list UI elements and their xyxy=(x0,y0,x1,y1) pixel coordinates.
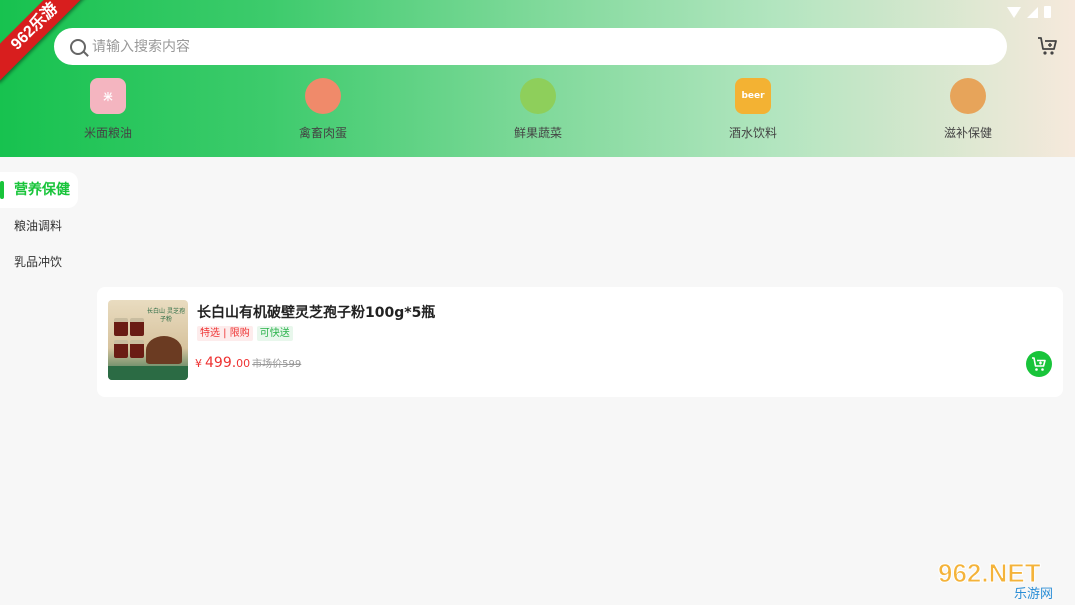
tag-featured: 特选 | 限购 xyxy=(197,326,253,341)
category-label: 滋补保健 xyxy=(943,126,992,140)
sidebar-item-dairy[interactable]: 乳品冲饮 xyxy=(0,244,90,280)
category-item[interactable]: 米 米面粮油 xyxy=(58,78,158,141)
product-image: 长白山 灵芝孢子粉 xyxy=(108,300,188,380)
search-icon xyxy=(70,38,86,55)
category-item[interactable]: beer 酒水饮料 xyxy=(703,78,803,141)
product-title[interactable]: 长白山有机破壁灵芝孢子粉100g*5瓶 xyxy=(197,302,435,322)
price-integer: 499. xyxy=(205,355,237,371)
battery-icon xyxy=(1044,6,1051,18)
search-bar[interactable] xyxy=(54,28,1007,65)
watermark-sub: 乐游网 xyxy=(1014,587,1053,602)
category-item[interactable]: 滋补保健 xyxy=(918,78,1018,141)
site-watermark: 962.NET 乐游网 xyxy=(938,558,1054,603)
jar-shape xyxy=(130,318,144,336)
powder-pile xyxy=(146,336,182,364)
category-row: 米 米面粮油 禽畜肉蛋 鲜果蔬菜 beer 酒水饮料 滋补保健 xyxy=(0,78,1075,148)
search-input[interactable] xyxy=(92,38,1007,55)
cart-icon[interactable] xyxy=(1037,36,1059,56)
tag-express: 可快送 xyxy=(256,326,293,341)
rice-bag-icon: 米 xyxy=(90,78,126,114)
ginseng-icon xyxy=(950,78,986,114)
add-to-cart-button[interactable] xyxy=(1026,351,1052,377)
product-image-label: 长白山 灵芝孢子粉 xyxy=(147,308,185,323)
signal-icon xyxy=(1027,6,1038,18)
status-bar xyxy=(1007,4,1051,20)
category-label: 酒水饮料 xyxy=(728,126,777,140)
vegetable-icon xyxy=(520,78,556,114)
jar-shape xyxy=(114,340,128,358)
jar-shape xyxy=(114,318,128,336)
sidebar-item-nutrition[interactable]: 营养保健 xyxy=(0,172,78,208)
category-sidebar: 营养保健 粮油调料 乳品冲饮 xyxy=(0,172,90,280)
wifi-icon xyxy=(1007,6,1021,18)
currency-symbol: ¥ xyxy=(195,357,202,370)
price-decimal: 00 xyxy=(236,357,251,370)
market-price: 市场价599 xyxy=(252,359,302,370)
category-label: 米面粮油 xyxy=(83,126,132,140)
category-label: 禽畜肉蛋 xyxy=(298,126,347,140)
product-tags: 特选 | 限购 可快送 xyxy=(197,326,293,341)
sidebar-item-grain-oil[interactable]: 粮油调料 xyxy=(0,208,90,244)
category-item[interactable]: 禽畜肉蛋 xyxy=(273,78,373,141)
product-card[interactable]: 长白山 灵芝孢子粉 长白山有机破壁灵芝孢子粉100g*5瓶 特选 | 限购 可快… xyxy=(97,287,1063,397)
add-cart-icon xyxy=(1032,356,1046,371)
category-label: 鲜果蔬菜 xyxy=(513,126,562,140)
meat-icon xyxy=(305,78,341,114)
category-item[interactable]: 鲜果蔬菜 xyxy=(488,78,588,141)
watermark-main: 962.NET xyxy=(938,558,1041,588)
jar-shape xyxy=(130,340,144,358)
image-footer-band xyxy=(108,366,188,380)
beer-icon: beer xyxy=(735,78,771,114)
product-price: ¥ 499. 00 市场价599 xyxy=(195,355,301,371)
